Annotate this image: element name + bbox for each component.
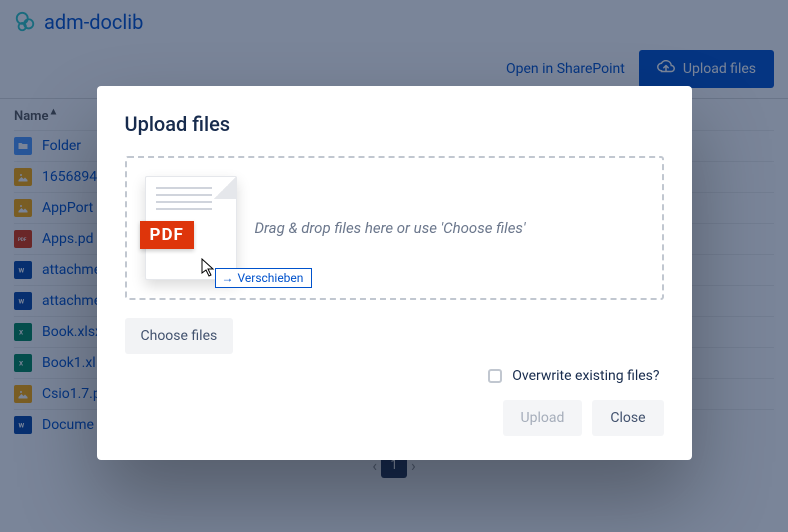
overwrite-checkbox[interactable] [488, 369, 502, 383]
choose-files-button[interactable]: Choose files [125, 318, 234, 354]
modal-overlay: Upload files PDF Drag & drop files here … [0, 0, 788, 532]
overwrite-label: Overwrite existing files? [512, 368, 659, 384]
modal-upload-button[interactable]: Upload [503, 400, 583, 436]
upload-files-modal: Upload files PDF Drag & drop files here … [97, 86, 692, 460]
drop-zone-hint: Drag & drop files here or use 'Choose fi… [255, 219, 526, 237]
drag-tooltip: → Verschieben [215, 268, 313, 288]
pdf-badge: PDF [140, 221, 194, 249]
modal-actions: Upload Close [125, 400, 664, 436]
pdf-file-thumbnail: PDF [145, 176, 237, 280]
modal-close-button[interactable]: Close [592, 400, 663, 436]
overwrite-row: Overwrite existing files? [125, 368, 664, 384]
drop-zone[interactable]: PDF Drag & drop files here or use 'Choos… [125, 156, 664, 300]
modal-title: Upload files [125, 112, 664, 136]
arrow-right-icon: → [222, 271, 234, 285]
